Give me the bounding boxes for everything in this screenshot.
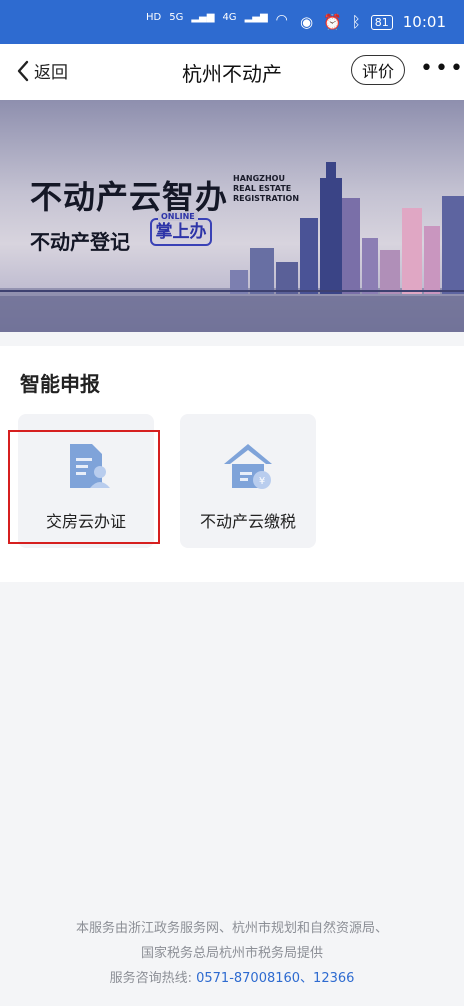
nav-bar: 返回 杭州不动产 评价 ••• — [0, 44, 464, 100]
alarm-icon: ⏰ — [323, 13, 342, 31]
banner-badge: 掌上办 — [150, 218, 212, 246]
footer-line-1: 本服务由浙江政务服务网、杭州市规划和自然资源局、 — [75, 921, 388, 936]
net-4g-label: 4G — [222, 12, 237, 23]
wifi-icon: ◠ — [275, 12, 288, 28]
service-card-housing-certificate[interactable]: 交房云办证 — [18, 414, 154, 548]
house-coin-icon: ¥ — [224, 444, 272, 489]
service-label: 不动产云缴税 — [199, 512, 296, 531]
hotline-numbers[interactable]: 0571-87008160、12366 — [196, 971, 354, 986]
clock: 10:01 — [402, 13, 446, 31]
footer-hotline: 服务咨询热线: 0571-87008160、12366 — [0, 966, 464, 991]
footer-info: 本服务由浙江政务服务网、杭州市规划和自然资源局、 国家税务总局杭州市税务局提供 … — [0, 916, 464, 991]
smart-application-section: 智能申报 交房云办证 ¥ 不动产云缴税 — [0, 346, 464, 582]
network-indicators: HD 5G ▂▄▆ 4G ▂▄▆ ◠ — [146, 12, 288, 28]
hotline-label: 服务咨询热线: — [109, 971, 192, 986]
net-5g-label: 5G — [169, 12, 184, 23]
service-card-tax-payment[interactable]: ¥ 不动产云缴税 — [180, 414, 316, 548]
section-title: 智能申报 — [20, 372, 100, 396]
status-bar: HD 5G ▂▄▆ 4G ▂▄▆ ◠ ◉ ⏰ ᛒ 81 10:01 — [0, 0, 464, 44]
hd-badge: HD — [146, 12, 162, 23]
document-user-icon — [70, 444, 110, 488]
eye-icon: ◉ — [299, 13, 314, 31]
service-label: 交房云办证 — [45, 512, 126, 531]
rate-button[interactable]: 评价 — [351, 55, 405, 85]
footer-line-2: 国家税务总局杭州市税务局提供 — [140, 946, 323, 961]
promo-banner[interactable]: 不动产云智办 HANGZHOU REAL ESTATE REGISTRATION… — [0, 100, 464, 332]
bluetooth-icon: ᛒ — [351, 13, 361, 31]
battery-indicator: 81 — [370, 14, 393, 30]
banner-online-label: ONLINE — [158, 212, 198, 221]
banner-title: 不动产云智办 — [30, 178, 229, 216]
signal-icon-2: ▂▄▆ — [244, 12, 268, 23]
banner-subtitle: 不动产登记 — [30, 230, 130, 254]
banner-english-label: HANGZHOU REAL ESTATE REGISTRATION — [233, 174, 300, 203]
svg-text:¥: ¥ — [259, 476, 265, 487]
more-options-icon[interactable]: ••• — [420, 56, 464, 81]
signal-icon: ▂▄▆ — [191, 12, 215, 23]
